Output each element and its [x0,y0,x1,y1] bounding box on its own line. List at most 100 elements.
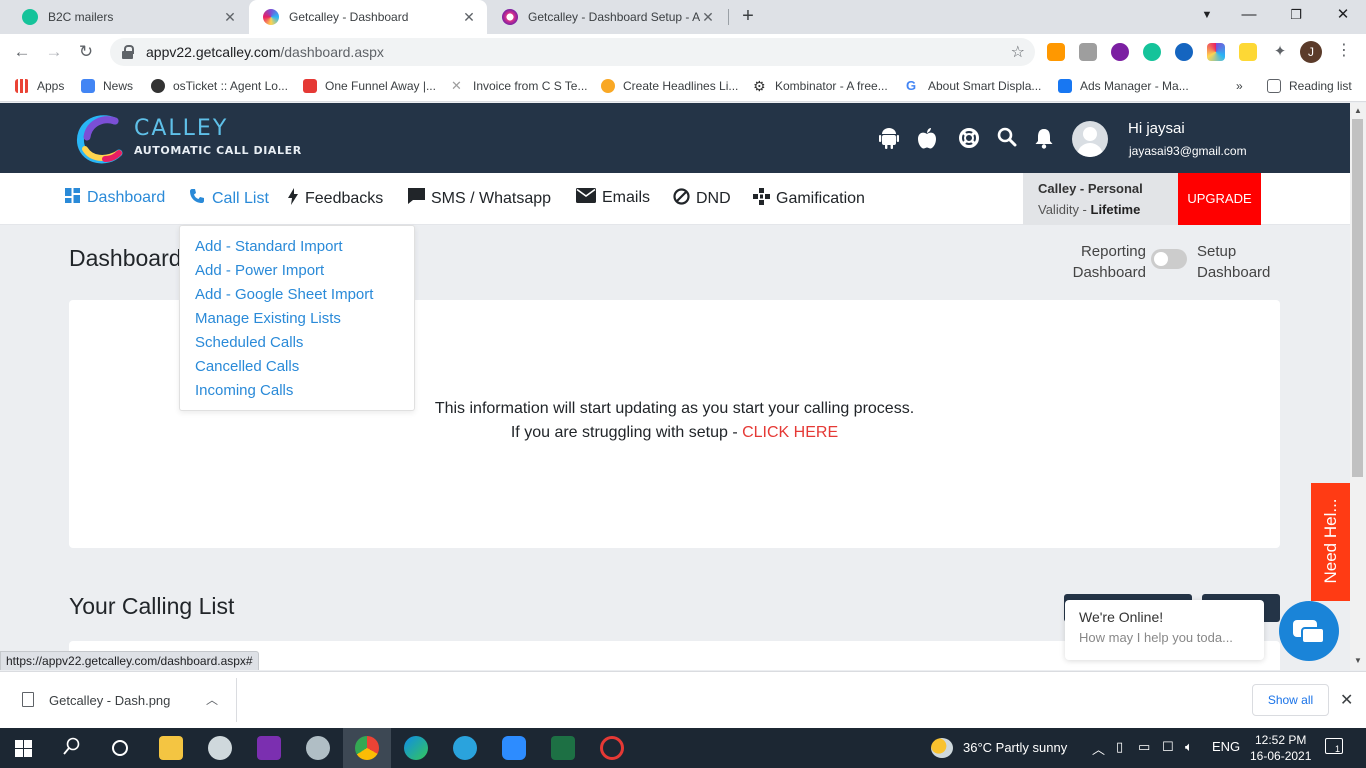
onenote-icon[interactable] [257,736,281,760]
reporting-dashboard-label: Reporting Dashboard [1072,243,1146,281]
weather-partly-sunny-icon[interactable] [931,738,953,758]
puzzle-extensions-icon[interactable]: ✦ [1271,43,1289,61]
reload-button[interactable]: ↻ [74,40,98,64]
menu-sms-whatsapp[interactable]: SMS / Whatsapp [407,188,551,209]
tray-network-icon[interactable]: ☐ [1162,739,1174,755]
menu-dashboard[interactable]: Dashboard [63,188,165,208]
extension-icon[interactable] [1047,43,1065,61]
weather-text[interactable]: 36°C Partly sunny [963,740,1067,755]
bookmark-kombinator[interactable]: ⚙ Kombinator - A free... [753,77,888,95]
osticket-icon [151,79,165,93]
bookmark-ads-manager[interactable]: Ads Manager - Ma... [1058,77,1189,95]
taskbar-clock[interactable]: 12:52 PM 16-06-2021 [1250,732,1311,764]
page-scrollbar[interactable]: ▲ ▼ [1350,103,1366,670]
zoom-icon[interactable] [502,736,526,760]
browser-menu-icon[interactable]: ⋮ [1336,40,1352,60]
telegram-icon[interactable] [453,736,477,760]
dropdown-add-google-sheet-import[interactable]: Add - Google Sheet Import [195,283,414,307]
profile-avatar[interactable]: J [1300,41,1322,63]
extension-icon[interactable] [1079,43,1097,61]
calley-extension-icon[interactable] [1207,43,1225,61]
back-button[interactable]: ← [10,40,34,64]
chat-greeting-bubble[interactable]: We're Online! How may I help you toda... [1065,600,1264,660]
browser-tab[interactable]: Getcalley - Dashboard Setup - Au ✕ [488,0,726,34]
menu-emails[interactable]: Emails [576,188,650,208]
user-avatar[interactable] [1072,121,1108,157]
dropdown-scheduled-calls[interactable]: Scheduled Calls [195,331,414,355]
browser-tab-active[interactable]: Getcalley - Dashboard ✕ [249,0,487,34]
scrollbar-thumb[interactable] [1352,119,1363,477]
tray-chevron-up-icon[interactable]: ︿ [1092,739,1105,758]
extension-icon[interactable] [1239,43,1257,61]
browser-tab[interactable]: B2C mailers ✕ [8,0,248,34]
dashboard-toggle-switch[interactable] [1151,249,1187,269]
grammarly-extension-icon[interactable] [1143,43,1161,61]
dropdown-manage-existing-lists[interactable]: Manage Existing Lists [195,307,414,331]
click-here-link[interactable]: CLICK HERE [742,424,838,441]
bookmark-smart-display[interactable]: G About Smart Displa... [906,77,1041,95]
bookmark-apps[interactable]: Apps [15,77,64,95]
bookmark-headlines[interactable]: Create Headlines Li... [601,77,738,95]
minimize-button[interactable]: — [1226,0,1272,32]
tab-close-icon[interactable]: ✕ [700,9,716,26]
chevron-up-icon[interactable]: ︿ [206,691,218,708]
tab-search-icon[interactable]: ▼ [1184,0,1230,32]
scroll-down-icon[interactable]: ▼ [1354,656,1362,665]
language-indicator[interactable]: ENG [1212,739,1240,754]
close-downloads-icon[interactable]: ✕ [1340,690,1353,710]
dropdown-add-power-import[interactable]: Add - Power Import [195,259,414,283]
show-all-button[interactable]: Show all [1252,684,1329,716]
upgrade-button[interactable]: UPGRADE [1178,173,1261,225]
app-robot-icon[interactable] [208,736,232,760]
need-help-tab[interactable]: Need Hel... [1311,483,1350,601]
file-explorer-icon[interactable] [159,736,183,760]
lock-icon[interactable] [122,45,134,59]
tab-close-icon[interactable]: ✕ [222,9,238,26]
bell-icon[interactable] [1033,127,1055,149]
help-lifebuoy-icon[interactable] [958,127,980,149]
address-bar[interactable]: appv22.getcalley.com/dashboard.aspx ☆ [110,38,1035,66]
bookmark-star-icon[interactable]: ☆ [1011,42,1025,62]
dropdown-add-standard-import[interactable]: Add - Standard Import [195,235,414,259]
app-icon[interactable] [600,736,624,760]
download-file-name[interactable]: Getcalley - Dash.png [49,693,170,708]
extension-icon[interactable] [1111,43,1129,61]
bookmark-news[interactable]: News [81,77,133,95]
tray-battery-icon[interactable]: ▭ [1138,739,1150,755]
reading-list-button[interactable]: Reading list [1267,77,1352,95]
scroll-up-icon[interactable]: ▲ [1354,106,1362,115]
restore-button[interactable]: ❐ [1273,0,1319,32]
cortana-icon[interactable] [112,740,128,756]
chrome-icon[interactable] [355,736,379,760]
bookmarks-overflow-button[interactable]: » [1236,77,1243,95]
notification-center-icon[interactable]: 1 [1325,738,1343,754]
tab-close-icon[interactable]: ✕ [461,9,477,26]
dropdown-cancelled-calls[interactable]: Cancelled Calls [195,355,414,379]
calley-logo-icon[interactable] [75,113,125,165]
excel-icon[interactable] [551,736,575,760]
bookmark-invoice[interactable]: ✕ Invoice from C S Te... [451,77,588,95]
bookmark-one-funnel[interactable]: One Funnel Away |... [303,77,436,95]
dropdown-incoming-calls[interactable]: Incoming Calls [195,379,414,403]
extension-icon[interactable] [1175,43,1193,61]
menu-gamification[interactable]: Gamification [752,188,865,210]
user-greeting[interactable]: Hi jaysai [1128,120,1185,137]
tray-volume-icon[interactable]: 🔈︎ [1185,739,1193,755]
taskbar-search-icon[interactable] [63,737,81,760]
setup-help-message: If you are struggling with setup - CLICK… [69,424,1280,442]
windows-start-icon[interactable] [15,740,32,757]
close-window-button[interactable]: ✕ [1320,0,1366,32]
chat-launcher-button[interactable] [1279,601,1339,661]
forward-button[interactable]: → [42,40,66,64]
bookmark-osticket[interactable]: osTicket :: Agent Lo... [151,77,288,95]
menu-feedbacks[interactable]: Feedbacks [287,188,383,210]
menu-call-list[interactable]: Call List [188,188,269,209]
menu-dnd[interactable]: DND [672,188,731,210]
search-icon[interactable] [996,127,1018,149]
apple-icon[interactable] [916,127,938,149]
new-tab-button[interactable]: + [738,5,758,29]
app-icon[interactable] [306,736,330,760]
edge-icon[interactable] [404,736,428,760]
android-icon[interactable] [878,127,900,149]
tray-device-icon[interactable]: ▯ [1116,739,1123,755]
